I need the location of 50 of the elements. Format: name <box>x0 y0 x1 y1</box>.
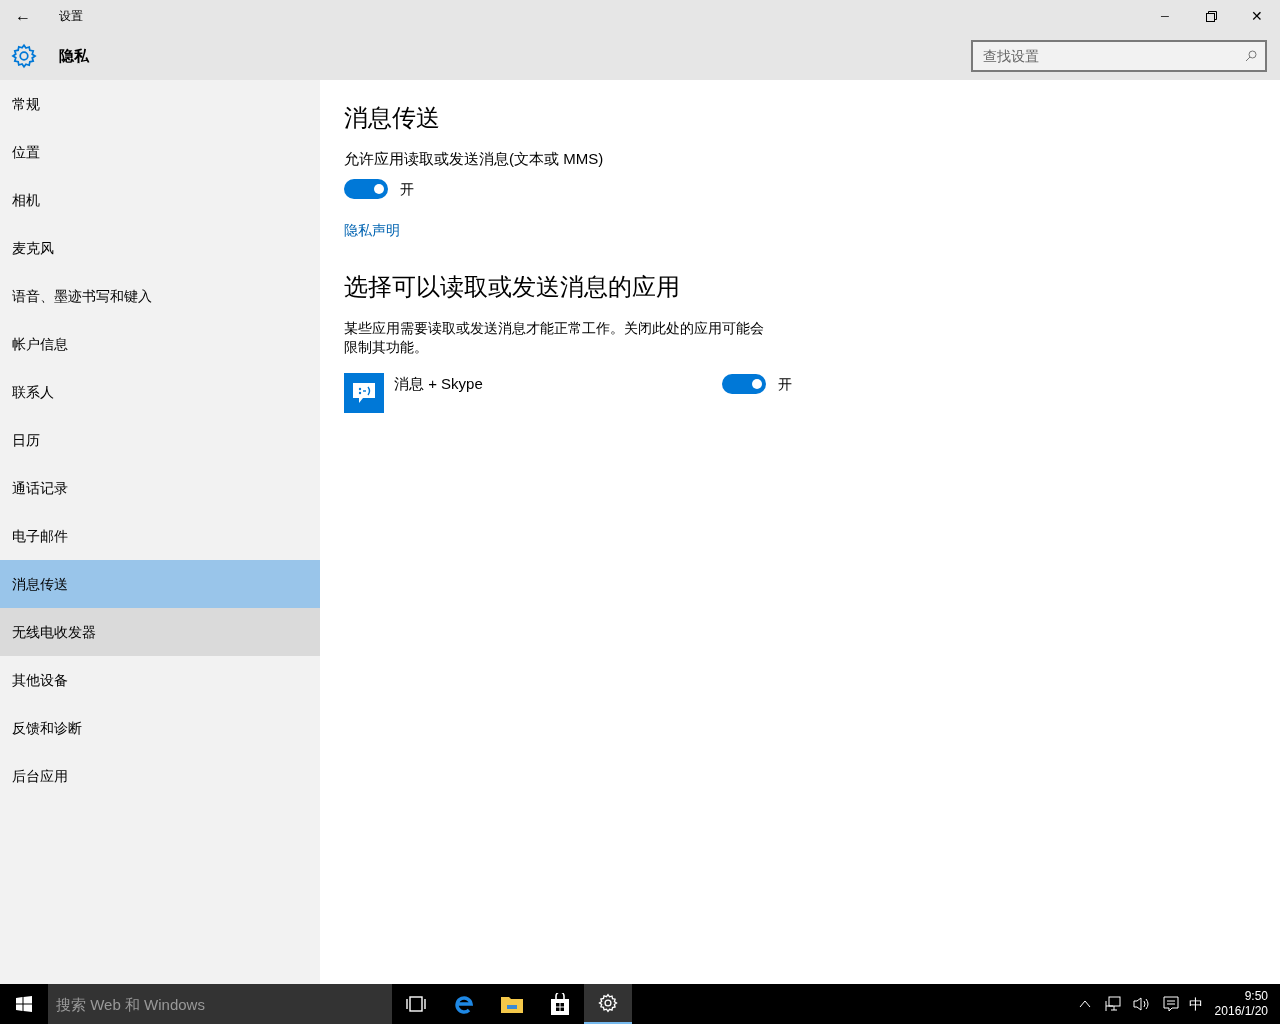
task-view-icon <box>405 996 427 1012</box>
sidebar-item[interactable]: 麦克风 <box>0 224 320 272</box>
notification-icon <box>1162 996 1179 1012</box>
caret-up-icon <box>1078 1000 1091 1008</box>
sidebar-item[interactable]: 通话记录 <box>0 464 320 512</box>
sidebar-item[interactable]: 位置 <box>0 128 320 176</box>
speaker-icon <box>1132 996 1151 1012</box>
toggle-state: 开 <box>400 179 414 199</box>
sidebar-item[interactable]: 后台应用 <box>0 752 320 800</box>
sidebar-item[interactable]: 常规 <box>0 80 320 128</box>
windows-logo-icon <box>16 996 32 1012</box>
toggle-switch[interactable] <box>344 179 388 199</box>
settings-icon <box>598 993 618 1013</box>
settings-icon <box>11 43 37 69</box>
sidebar-item[interactable]: 反馈和诊断 <box>0 704 320 752</box>
sidebar-item[interactable]: 联系人 <box>0 368 320 416</box>
toggle-switch[interactable] <box>722 374 766 394</box>
shopping-bag-icon <box>550 993 570 1015</box>
taskbar-app-button[interactable] <box>584 984 632 1024</box>
folder-icon <box>501 995 523 1013</box>
app-name: 消息 + Skype <box>394 373 483 394</box>
sidebar-item[interactable]: 电子邮件 <box>0 512 320 560</box>
back-button[interactable]: ← <box>0 0 46 32</box>
clock[interactable]: 9:50 2016/1/20 <box>1214 989 1268 1019</box>
minimize-button[interactable]: ─ <box>1142 0 1188 32</box>
description-text: 某些应用需要读取或发送消息才能正常工作。关闭此处的应用可能会限制其功能。 <box>344 318 765 357</box>
sidebar-item[interactable]: 日历 <box>0 416 320 464</box>
privacy-link[interactable]: 隐私声明 <box>344 219 400 241</box>
taskbar-search-field[interactable]: 搜索 Web 和 Windows <box>48 984 392 1024</box>
section-heading: 消息传送 <box>344 103 440 133</box>
sidebar-item[interactable]: 帐户信息 <box>0 320 320 368</box>
restore-icon <box>1205 10 1217 22</box>
close-button[interactable]: ✕ <box>1234 0 1280 32</box>
search-icon <box>1245 50 1257 62</box>
sidebar-item[interactable]: 相机 <box>0 176 320 224</box>
sidebar-item[interactable]: 消息传送 <box>0 560 320 608</box>
setting-label: 允许应用读取或发送消息(文本或 MMS) <box>344 149 604 169</box>
sidebar-item[interactable]: 无线电收发器 <box>0 608 320 656</box>
sidebar-item[interactable]: 语音、墨迹书写和键入 <box>0 272 320 320</box>
search-field[interactable]: 查找设置 <box>971 40 1267 72</box>
toggle-state: 开 <box>778 374 792 394</box>
browser-e-icon <box>453 993 475 1015</box>
input-method-indicator[interactable]: 中 <box>1188 993 1203 1015</box>
network-icon <box>1104 996 1121 1012</box>
page-title: 隐私 <box>59 45 89 66</box>
clock-date: 2016/1/20 <box>1214 1004 1268 1019</box>
window-title: 设置 <box>59 8 83 25</box>
sidebar-item[interactable]: 其他设备 <box>0 656 320 704</box>
section-heading: 选择可以读取或发送消息的应用 <box>344 271 680 302</box>
clock-time: 9:50 <box>1244 989 1268 1004</box>
